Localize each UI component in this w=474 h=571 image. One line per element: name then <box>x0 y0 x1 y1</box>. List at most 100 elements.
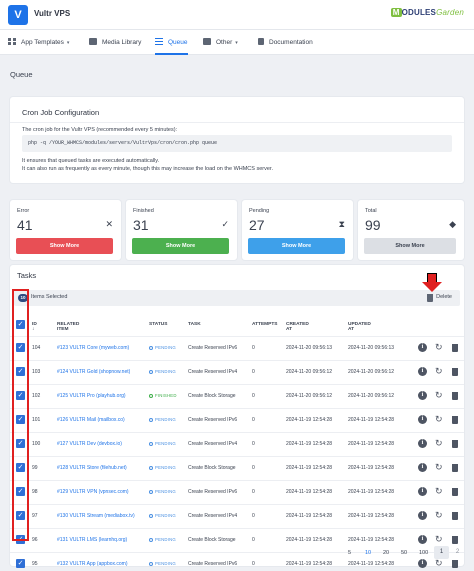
status-badge: PENDING <box>149 489 176 494</box>
trash-icon[interactable] <box>452 464 458 472</box>
attempts: 0 <box>252 465 255 471</box>
module-nav: App Templates ▾ Media Library Queue Other… <box>0 30 474 55</box>
task-name: Create Block Storage <box>188 537 236 543</box>
show-more-finished-button[interactable]: Show More <box>132 238 229 254</box>
table-row: ✓ 98 #129 VULTR VPN (vpnsec.com) PENDING Cre… <box>10 480 464 504</box>
related-item-link[interactable]: #125 VULTR Pro (playhub.org) <box>57 393 126 399</box>
list-icon <box>155 38 163 45</box>
column-header-id[interactable]: ID ↓ <box>32 322 37 332</box>
show-more-pending-button[interactable]: Show More <box>248 238 345 254</box>
related-item-link[interactable]: #131 VULTR LMS (learnhq.org) <box>57 537 127 543</box>
grid-icon <box>8 38 16 45</box>
task-name: Create Reserved IPv6 <box>188 345 238 351</box>
retry-icon[interactable]: ↻ <box>435 462 443 473</box>
retry-icon[interactable]: ↻ <box>435 486 443 497</box>
page-size-option[interactable]: 100 <box>419 550 428 556</box>
related-item-link[interactable]: #128 VULTR Store (filehub.net) <box>57 465 127 471</box>
row-checkbox[interactable]: ✓ <box>16 559 25 568</box>
updated-at: 2024-11-20 09:56:13 <box>348 345 395 351</box>
modulesgarden-logo: M ODULESGarden <box>390 8 464 17</box>
retry-icon[interactable]: ↻ <box>435 414 443 425</box>
info-icon[interactable]: i <box>418 535 427 544</box>
retry-icon[interactable]: ↻ <box>435 510 443 521</box>
status-dot-icon <box>149 538 153 542</box>
trash-icon[interactable] <box>427 294 433 302</box>
related-item-link[interactable]: #127 VULTR Dev (devbox.io) <box>57 441 122 447</box>
trash-icon[interactable] <box>452 344 458 352</box>
status-badge: PENDING <box>149 561 176 566</box>
info-icon[interactable]: i <box>418 343 427 352</box>
related-item-link[interactable]: #123 VULTR Core (myweb.com) <box>57 345 129 351</box>
stat-value: 27 <box>249 217 265 233</box>
delete-selected-button[interactable]: Delete <box>436 294 452 300</box>
show-more-total-button[interactable]: Show More <box>364 238 456 254</box>
task-id: 97 <box>32 513 38 519</box>
trash-icon[interactable] <box>452 440 458 448</box>
related-item-link[interactable]: #129 VULTR VPN (vpnsec.com) <box>57 489 129 495</box>
status-badge: PENDING <box>149 369 176 374</box>
nav-documentation[interactable]: Documentation <box>258 30 313 55</box>
related-item-link[interactable]: #130 VULTR Stream (mediabox.tv) <box>57 513 135 519</box>
status-badge: FINISHED <box>149 393 177 398</box>
page-button[interactable]: 1 <box>434 546 449 559</box>
trash-icon[interactable] <box>452 512 458 520</box>
page-size-option[interactable]: 50 <box>401 550 407 556</box>
nav-other[interactable]: Other ▾ <box>203 30 238 55</box>
updated-at: 2024-11-19 12:54:28 <box>348 465 395 471</box>
status-badge: PENDING <box>149 345 176 350</box>
info-icon[interactable]: i <box>418 391 427 400</box>
info-icon[interactable]: i <box>418 487 427 496</box>
updated-at: 2024-11-19 12:54:28 <box>348 513 395 519</box>
info-icon[interactable]: i <box>418 511 427 520</box>
updated-at: 2024-11-19 12:54:28 <box>348 417 395 423</box>
trash-icon[interactable] <box>452 416 458 424</box>
page-size-option[interactable]: 5 <box>348 550 351 556</box>
trash-icon[interactable] <box>452 536 458 544</box>
trash-icon[interactable] <box>452 560 458 568</box>
retry-icon[interactable]: ↻ <box>435 438 443 449</box>
created-at: 2024-11-19 12:54:28 <box>286 537 333 543</box>
page-button[interactable]: 2 <box>450 546 465 559</box>
page-size-option[interactable]: 10 <box>365 550 371 556</box>
info-icon[interactable]: i <box>418 415 427 424</box>
trash-icon[interactable] <box>452 488 458 496</box>
status-dot-icon <box>149 514 153 518</box>
created-at: 2024-11-19 12:54:28 <box>286 489 333 495</box>
retry-icon[interactable]: ↻ <box>435 390 443 401</box>
updated-at: 2024-11-20 09:56:12 <box>348 369 395 375</box>
related-item-link[interactable]: #126 VULTR Mail (mailbox.co) <box>57 417 125 423</box>
cron-command[interactable]: php -q /YOUR_WHMCS/modules/servers/Vultr… <box>22 135 452 152</box>
nav-queue[interactable]: Queue <box>155 30 188 55</box>
retry-icon[interactable]: ↻ <box>435 534 443 545</box>
nav-app-templates[interactable]: App Templates ▾ <box>8 30 69 55</box>
created-at: 2024-11-20 09:56:12 <box>286 369 333 375</box>
retry-icon[interactable]: ↻ <box>435 366 443 377</box>
info-icon[interactable]: i <box>418 463 427 472</box>
column-header-attempts: Attempts <box>252 322 278 327</box>
updated-at: 2024-11-19 12:54:28 <box>348 561 395 567</box>
trash-icon[interactable] <box>452 368 458 376</box>
nav-media-library[interactable]: Media Library <box>89 30 141 55</box>
info-icon[interactable]: i <box>418 367 427 376</box>
related-item-link[interactable]: #132 VULTR App (appbox.com) <box>57 561 128 567</box>
related-item-link[interactable]: #124 VULTR Gold (shopnow.net) <box>57 369 130 375</box>
info-icon[interactable]: i <box>418 439 427 448</box>
info-icon[interactable]: i <box>418 559 427 568</box>
created-at: 2024-11-19 12:54:28 <box>286 441 333 447</box>
table-row: ✓ 100 #127 VULTR Dev (devbox.io) PENDING Cre… <box>10 432 464 456</box>
app-title: Vultr VPS <box>34 9 71 18</box>
attempts: 0 <box>252 561 255 567</box>
layers-icon: ◆ <box>449 219 456 229</box>
cron-heading: Cron Job Configuration <box>22 108 100 117</box>
trash-icon[interactable] <box>452 392 458 400</box>
box-icon <box>203 38 211 45</box>
retry-icon[interactable]: ↻ <box>435 342 443 353</box>
stat-card-finished: Finished 31 ✓ Show More <box>126 200 237 260</box>
page-size-option[interactable]: 20 <box>383 550 389 556</box>
chevron-down-icon: ▾ <box>235 40 238 46</box>
stat-label: Finished <box>133 208 154 214</box>
retry-icon[interactable]: ↻ <box>435 558 443 569</box>
show-more-error-button[interactable]: Show More <box>16 238 113 254</box>
media-icon <box>89 38 97 45</box>
updated-at: 2024-11-19 12:54:28 <box>348 537 395 543</box>
